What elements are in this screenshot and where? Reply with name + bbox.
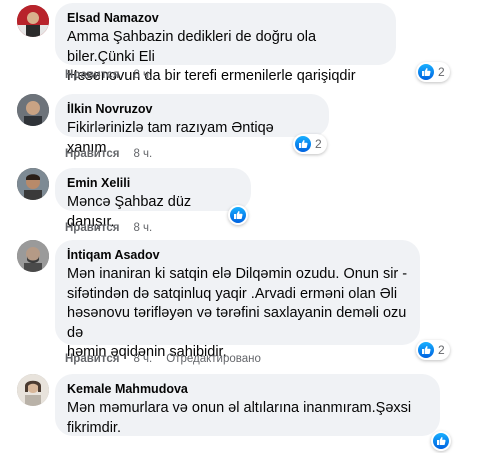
like-button[interactable]: Нравится [65,69,119,81]
avatar[interactable] [17,374,49,406]
comment-bubble: Emin Xelili Məncə Şahbaz düz danışır. [55,168,251,230]
reaction-count[interactable]: 2 [416,340,450,360]
comment-text-line: Amma Şahbazin dedikleri de doğru ola bil… [67,29,317,65]
comment-text-line: Mən məmurlara və onun əl altılarına inan… [67,400,412,416]
thumbs-up-icon [418,64,434,80]
comment-time[interactable]: 8 ч. [133,148,152,160]
comment-bubble: Elsad Namazov Amma Şahbazin dedikleri de… [55,3,396,84]
comment-author[interactable]: Elsad Namazov [67,10,384,26]
comment-bubble: İntiqam Asadov Mən inaniran ki satqin el… [55,240,420,360]
comment-actions: Нравится 8 ч. Отредактировано [65,352,261,366]
reaction-number: 2 [438,343,445,357]
comment-bubble: Kemale Mahmudova Mən məmurlara və onun ə… [55,374,440,436]
edited-label[interactable]: Отредактировано [166,353,261,365]
thumbs-up-icon [230,207,246,223]
comment-text-line: sifətindən də satqinluq yaqir .Arvadi er… [67,285,398,302]
reaction-count[interactable]: 2 [416,62,450,82]
comment-time[interactable]: 8 ч. [133,353,152,365]
comment-author[interactable]: Emin Xelili [67,175,239,191]
thumbs-up-icon [433,433,449,449]
avatar[interactable] [17,240,49,272]
like-button[interactable]: Нравится [65,222,119,234]
like-button[interactable]: Нравится [65,353,119,365]
thumbs-up-icon [295,136,311,152]
comment-actions: Нравится 8 ч. [65,147,152,161]
reaction-count[interactable]: 2 [293,134,327,154]
comment-author[interactable]: İntiqam Asadov [67,247,408,263]
comment-actions: Нравится 8 ч. [65,68,152,82]
avatar[interactable] [17,168,49,200]
comment-author[interactable]: İlkin Novruzov [67,101,317,117]
comment-bubble: İlkin Novruzov Fikirlərinizlə tam razıya… [55,94,329,156]
comment-author[interactable]: Kemale Mahmudova [67,381,428,397]
avatar[interactable] [17,5,49,37]
reaction-count[interactable] [228,205,248,225]
comment-text-line: Mən inaniran ki satqin elə Dilqəmin ozud… [67,266,408,282]
comment-text-line: fikrimdir. [67,419,121,436]
reaction-number: 2 [438,65,445,79]
reaction-number: 2 [315,137,322,151]
comment-actions: Нравится 8 ч. [65,221,152,235]
avatar[interactable] [17,94,49,126]
comment-time[interactable]: 8 ч. [133,69,152,81]
comment-time[interactable]: 8 ч. [133,222,152,234]
comment-text-line: həsənovu tərifləyən və tərəfini saxlayan… [67,305,407,341]
thumbs-up-icon [418,342,434,358]
reaction-count[interactable] [431,431,451,451]
like-button[interactable]: Нравится [65,148,119,160]
